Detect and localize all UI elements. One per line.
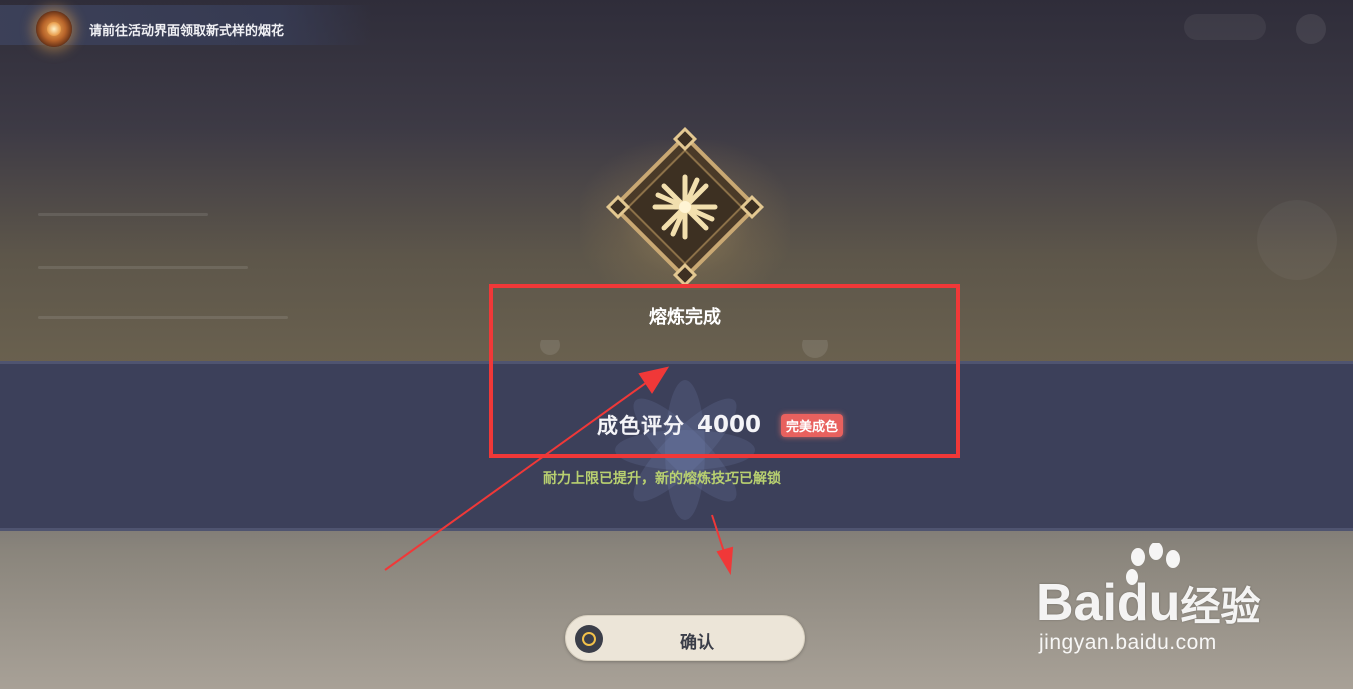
annotation-highlight-box	[489, 284, 960, 458]
activity-notification[interactable]: 请前往活动界面领取新式样的烟花	[0, 5, 372, 47]
background-tool-icon	[1257, 200, 1337, 280]
watermark-brand-du: du	[1116, 574, 1181, 632]
watermark-brand-cn: 经验	[1180, 584, 1261, 630]
background-currency-pill	[1184, 14, 1266, 40]
firework-emblem-icon	[605, 126, 765, 288]
firework-icon	[36, 11, 72, 47]
confirm-label: 确认	[680, 633, 714, 653]
background-progress-bar	[38, 266, 248, 269]
watermark-brand-latin: Bai	[1036, 574, 1117, 632]
confirm-button[interactable]: 确认	[565, 615, 805, 661]
background-close-icon	[1296, 14, 1326, 44]
watermark-brand: Baidu经验	[1036, 573, 1260, 633]
baidu-jingyan-watermark: Baidu经验 jingyan.baidu.com	[1036, 543, 1296, 663]
unlock-message: 耐力上限已提升，新的熔炼技巧已解锁	[543, 471, 781, 487]
notification-text: 请前往活动界面领取新式样的烟花	[89, 24, 285, 39]
watermark-url: jingyan.baidu.com	[1039, 631, 1217, 654]
background-progress-bar	[38, 316, 288, 319]
background-progress-bar	[38, 213, 208, 216]
